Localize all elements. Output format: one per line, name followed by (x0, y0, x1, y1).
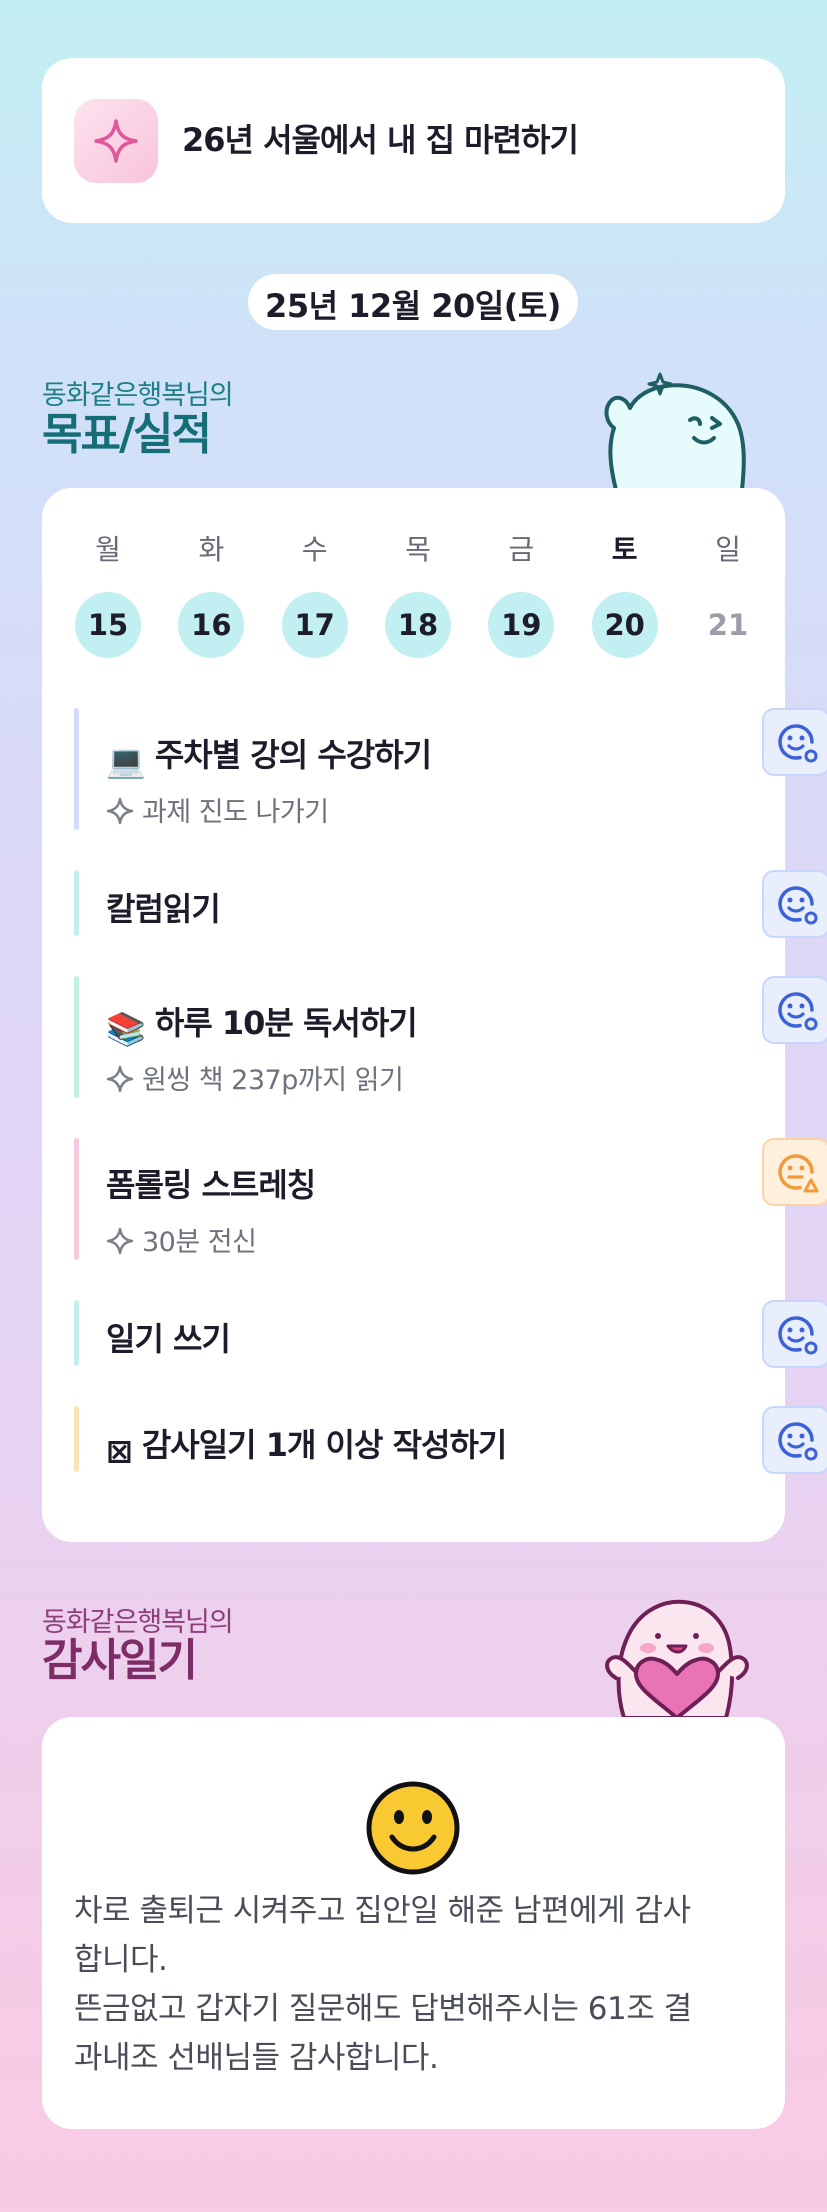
laptop-icon: 💻 (106, 742, 146, 780)
day-fri[interactable]: 금 19 (487, 530, 555, 658)
task-color-bar (74, 976, 79, 1098)
task-title: 폼롤링 스트레칭 (106, 1166, 316, 1204)
task-item[interactable]: 💻 주차별 강의 수강하기 과제 진도 나가기 (74, 708, 827, 832)
status-face-icon[interactable] (762, 1406, 827, 1474)
goal-title: 26년 서울에서 내 집 마련하기 (182, 121, 579, 159)
day-number: 21 (707, 608, 749, 642)
day-sat[interactable]: 토 20 (591, 530, 659, 658)
task-subtitle: 30분 전신 (106, 1220, 257, 1262)
task-item[interactable]: ⊠ 감사일기 1개 이상 작성하기 (74, 1406, 827, 1474)
task-item[interactable]: 일기 쓰기 (74, 1300, 827, 1368)
checkbox-icon: ⊠ (106, 1432, 133, 1470)
task-subtitle: 원씽 책 237p까지 읽기 (106, 1058, 404, 1100)
day-name: 목 (405, 533, 431, 566)
task-color-bar (74, 1406, 79, 1472)
ghost-mascot-icon (604, 372, 746, 490)
books-icon: 📚 (106, 1010, 146, 1048)
task-subtitle: 과제 진도 나가기 (106, 790, 329, 832)
task-color-bar (74, 1300, 79, 1366)
gratitude-diary-card: 차로 출퇴근 시켜주고 집안일 해준 남편에게 감사 합니다. 뜬금없고 갑자기 질… (42, 1717, 785, 2129)
day-tue[interactable]: 화 16 (177, 530, 245, 658)
task-item[interactable]: 칼럼읽기 (74, 870, 827, 938)
day-number: 15 (75, 592, 141, 658)
day-mon[interactable]: 월 15 (74, 530, 142, 658)
day-number: 20 (591, 592, 658, 658)
day-name: 화 (198, 533, 225, 566)
task-item[interactable]: 폼롤링 스트레칭 30분 전신 (74, 1138, 827, 1262)
day-wed[interactable]: 수 17 (281, 530, 349, 658)
day-name: 토 (611, 533, 638, 566)
task-title: 칼럼읽기 (106, 890, 221, 928)
task-title: 일기 쓰기 (106, 1320, 231, 1358)
day-name: 금 (508, 533, 535, 566)
day-sun[interactable]: 일 21 (694, 530, 762, 658)
day-thu[interactable]: 목 18 (384, 530, 452, 658)
status-face-icon[interactable] (762, 870, 827, 938)
day-number: 18 (384, 592, 451, 658)
weekly-goals-card: 월 15 화 16 수 17 목 18 금 19 토 20 일 21 💻 주차별 강의 수강하기… (42, 488, 827, 1542)
task-title: ⊠ 감사일기 1개 이상 작성하기 (106, 1426, 507, 1470)
task-color-bar (74, 870, 79, 936)
week-strip: 월 15 화 16 수 17 목 18 금 19 토 20 일 21 (74, 530, 762, 658)
diary-text: 차로 출퇴근 시켜주고 집안일 해준 남편에게 감사 합니다. 뜬금없고 갑자기 질… (74, 1893, 692, 2076)
status-face-icon[interactable] (762, 1300, 827, 1368)
day-name: 일 (715, 533, 741, 566)
smiling-face-icon (366, 1781, 460, 1875)
status-face-icon[interactable] (762, 976, 827, 1044)
task-color-bar (74, 1138, 79, 1260)
goal-card[interactable]: 26년 서울에서 내 집 마련하기 (42, 58, 785, 223)
day-name: 수 (301, 533, 328, 566)
day-name: 월 (95, 533, 121, 566)
task-color-bar (74, 708, 79, 830)
status-face-icon[interactable] (762, 708, 827, 776)
heart-mascot-icon (605, 1599, 749, 1718)
diary-section-title: 감사일기 (42, 1635, 198, 1686)
task-title: 💻 주차별 강의 수강하기 (106, 736, 432, 780)
date-pill[interactable]: 25년 12월 20일(토) (248, 274, 578, 330)
task-item[interactable]: 📚 하루 10분 독서하기 원씽 책 237p까지 읽기 (74, 976, 827, 1100)
goals-section-title: 목표/실적 (42, 409, 212, 460)
status-neutral-face-icon[interactable] (762, 1138, 827, 1206)
sparkle-icon (74, 99, 158, 183)
sparkle-icon (106, 1227, 134, 1262)
day-number: 19 (488, 592, 555, 658)
sparkle-icon (106, 797, 134, 832)
day-number: 16 (178, 592, 245, 658)
day-number: 17 (281, 592, 348, 658)
sparkle-icon (106, 1065, 134, 1100)
task-title: 📚 하루 10분 독서하기 (106, 1004, 418, 1048)
